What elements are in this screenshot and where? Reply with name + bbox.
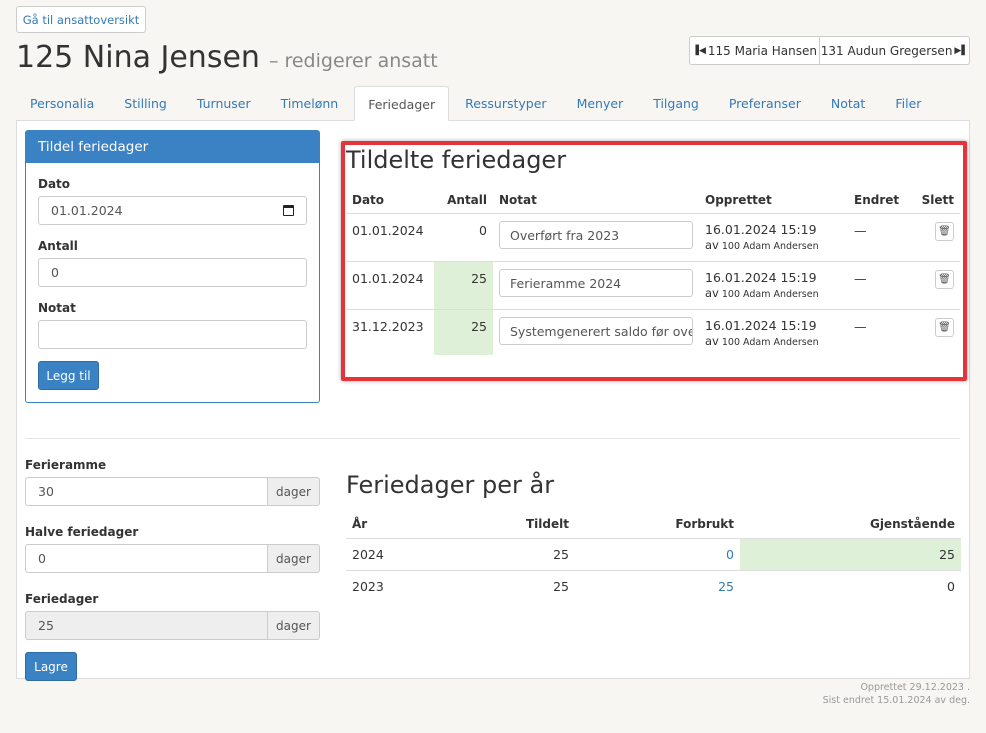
date-input[interactable]: 01.01.2024 — [38, 196, 307, 225]
tab-stilling[interactable]: Stilling — [110, 86, 181, 120]
next-employee-button[interactable]: 131 Audun Gregersen ▶▌ — [820, 36, 970, 65]
frame-label: Ferieramme — [25, 458, 107, 472]
row-used-link[interactable]: 25 — [575, 571, 740, 602]
next-employee-label: 131 Audun Gregersen — [820, 43, 953, 58]
section-divider — [25, 438, 960, 439]
add-vacation-button[interactable]: Legg til — [38, 361, 99, 390]
tab-preferanser[interactable]: Preferanser — [715, 86, 815, 120]
page-title: 125 Nina Jensen — [16, 40, 260, 75]
footer-created: Opprettet 29.12.2023 . — [860, 682, 970, 693]
count-label: Antall — [38, 239, 78, 253]
prev-employee-label: 115 Maria Hansen — [707, 43, 817, 58]
vacation-days-unit: dager — [268, 611, 320, 640]
vacation-days-input: 25 — [25, 611, 268, 640]
table-row: 2024 25 0 25 — [346, 538, 961, 570]
frame-input[interactable]: 30 — [25, 477, 268, 506]
date-input-value: 01.01.2024 — [51, 203, 123, 218]
assign-vacation-panel: Tildel feriedager Dato 01.01.2024 Antall… — [25, 130, 320, 403]
back-to-overview-button[interactable]: Gå til ansattoversikt — [16, 6, 146, 33]
vacation-settings-form: Ferieramme 30 dager Halve feriedager 0 d… — [25, 457, 320, 681]
per-year-table: År Tildelt Forbrukt Gjenstående 2024 25 … — [346, 509, 961, 602]
note-input[interactable] — [38, 320, 307, 349]
page-subtitle: – redigerer ansatt — [268, 50, 438, 72]
skip-forward-icon: ▶▌ — [954, 45, 969, 56]
col-remaining: Gjenstående — [869, 516, 955, 531]
row-year: 2023 — [352, 579, 384, 594]
tab-timelonn[interactable]: Timelønn — [267, 86, 353, 120]
tab-personalia[interactable]: Personalia — [16, 86, 108, 120]
per-year-heading: Feriedager per år — [346, 471, 555, 499]
skip-back-icon: ▐◀ — [692, 45, 706, 56]
tab-notat[interactable]: Notat — [817, 86, 879, 120]
table-row: 2023 25 25 0 — [346, 570, 961, 602]
footer-changed: Sist endret 15.01.2024 av deg. — [822, 694, 970, 706]
calendar-icon — [283, 205, 294, 216]
vacation-days-label: Feriedager — [25, 592, 99, 606]
tab-menyer[interactable]: Menyer — [563, 86, 638, 120]
half-days-label: Halve feriedager — [25, 525, 139, 539]
row-year: 2024 — [352, 547, 384, 562]
tab-bar: Personalia Stilling Turnuser Timelønn Fe… — [16, 86, 970, 121]
col-assigned: Tildelt — [526, 516, 569, 531]
col-used: Forbrukt — [675, 516, 734, 531]
half-days-unit: dager — [268, 544, 320, 573]
col-year: År — [352, 516, 368, 531]
row-remaining: 0 — [947, 579, 955, 594]
save-button[interactable]: Lagre — [25, 652, 77, 681]
half-days-input[interactable]: 0 — [25, 544, 268, 573]
per-year-header: År Tildelt Forbrukt Gjenstående — [346, 509, 961, 538]
assign-panel-heading: Tildel feriedager — [26, 131, 319, 163]
row-remaining: 25 — [740, 539, 961, 570]
highlight-annotation-frame — [341, 141, 967, 381]
prev-employee-button[interactable]: ▐◀ 115 Maria Hansen — [689, 36, 820, 65]
frame-unit: dager — [268, 477, 320, 506]
row-assigned: 25 — [553, 547, 569, 562]
page-header: 125 Nina Jensen – redigerer ansatt — [16, 40, 438, 75]
employee-pager: ▐◀ 115 Maria Hansen 131 Audun Gregersen … — [689, 36, 970, 65]
date-label: Dato — [38, 177, 71, 191]
count-input[interactable]: 0 — [38, 258, 307, 287]
row-used-link[interactable]: 0 — [575, 539, 740, 570]
tab-feriedager[interactable]: Feriedager — [354, 86, 450, 121]
tab-tilgang[interactable]: Tilgang — [639, 86, 713, 120]
tab-turnuser[interactable]: Turnuser — [183, 86, 265, 120]
note-label: Notat — [38, 301, 76, 315]
row-assigned: 25 — [553, 579, 569, 594]
tab-filer[interactable]: Filer — [881, 86, 935, 120]
tab-ressurstyper[interactable]: Ressurstyper — [451, 86, 560, 120]
count-input-value: 0 — [51, 265, 59, 280]
footer-meta: Opprettet 29.12.2023 . Sist endret 15.01… — [823, 682, 970, 708]
